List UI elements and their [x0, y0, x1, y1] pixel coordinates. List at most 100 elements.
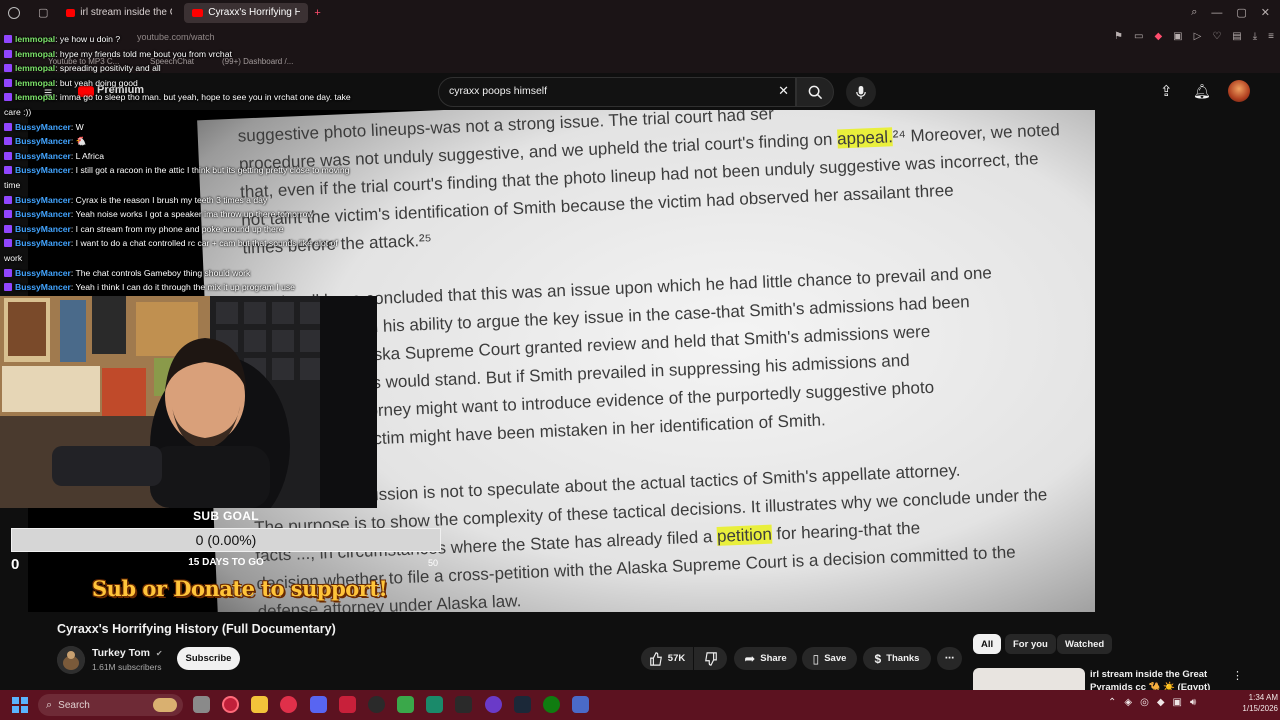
- system-tray: ⌃ ◈ ◎ ◆ ▣ 🔊︎: [1108, 697, 1196, 708]
- play-icon[interactable]: ▷: [1194, 31, 1202, 42]
- support-banner-text: Sub or Donate to support!: [92, 576, 388, 601]
- browser-extensions: ⚑ ▭ ◆ ▣ ▷ ♡ ▤ ⤓ ≡: [1114, 31, 1274, 42]
- chat-message: BussyMancer: L Africa: [4, 149, 356, 164]
- notifications-bell-icon[interactable]: 🔔︎: [1193, 83, 1211, 100]
- download-icon[interactable]: ⤓: [1253, 31, 1257, 42]
- chat-message: lemmopal: ye how u doin ?: [4, 32, 356, 47]
- taskbar-search-box[interactable]: ⌕ Search: [38, 694, 183, 716]
- tray-app-icon[interactable]: ▣: [1173, 697, 1182, 708]
- sub-goal-title: SUB GOAL: [193, 509, 259, 523]
- menu-icon[interactable]: ≡: [1268, 31, 1274, 42]
- thanks-label: Thanks: [886, 653, 920, 664]
- twitch-badge-icon: [4, 166, 12, 175]
- sub-goal-max-label: 50: [428, 558, 439, 568]
- save-button[interactable]: ▯ Save: [802, 647, 857, 670]
- taskbar-app-steam[interactable]: [514, 696, 531, 713]
- twitch-badge-icon: [4, 35, 12, 43]
- new-tab-icon[interactable]: +: [314, 7, 320, 19]
- heart-icon[interactable]: ♡: [1212, 31, 1221, 42]
- chat-username: BussyMancer: [15, 194, 71, 205]
- search-box: cyraxx poops himself ✕: [438, 77, 796, 107]
- reader-icon[interactable]: ▭: [1134, 31, 1143, 42]
- chip-all[interactable]: All: [973, 634, 1002, 654]
- tray-volume-icon[interactable]: 🔊︎: [1190, 697, 1196, 708]
- upload-icon[interactable]: ⇪: [1160, 82, 1173, 100]
- bookmark-icon[interactable]: ⚑: [1114, 31, 1123, 42]
- recommendation-thumbnail[interactable]: [973, 668, 1085, 690]
- shield-icon[interactable]: ◆: [1154, 31, 1162, 42]
- taskbar-app-discord[interactable]: [310, 696, 327, 713]
- chat-message: BussyMancer: W: [4, 120, 356, 135]
- clock-date: 1/15/2026: [1242, 704, 1278, 713]
- thanks-button[interactable]: $ Thanks: [863, 647, 931, 670]
- tray-network-icon[interactable]: ◎: [1140, 697, 1149, 708]
- like-button[interactable]: 57K: [641, 647, 693, 670]
- sub-goal-value: 0 (0.00%): [195, 532, 257, 548]
- recommendation-title[interactable]: irl stream inside the Great Pyramids cc …: [1090, 668, 1230, 690]
- tray-shield-icon[interactable]: ◆: [1157, 697, 1165, 708]
- windows-taskbar: [0, 690, 1280, 720]
- tray-chevron-icon[interactable]: ⌃: [1108, 697, 1116, 708]
- taskbar-app-opera[interactable]: [222, 696, 239, 713]
- tab-cyraxx-documentary[interactable]: Cyraxx's Horrifying H: [184, 2, 309, 23]
- twitch-badge-icon: [4, 283, 12, 292]
- chat-username: BussyMancer: [15, 121, 71, 132]
- chat-text: L Africa: [75, 150, 105, 161]
- maximize-icon[interactable]: ▢: [1236, 6, 1246, 19]
- taskbar-app-green[interactable]: [397, 696, 414, 713]
- save-label: Save: [824, 653, 847, 664]
- clear-search-icon[interactable]: ✕: [778, 83, 789, 99]
- dislike-button[interactable]: [694, 647, 727, 670]
- chat-username: lemmopal: [15, 77, 56, 88]
- highlighted-word: appeal.: [836, 127, 894, 149]
- tab-irl-stream[interactable]: irl stream inside the Great: [58, 3, 180, 23]
- minimize-icon[interactable]: —: [1211, 7, 1222, 19]
- windows-start-icon[interactable]: [12, 697, 28, 713]
- taskbar-app-star[interactable]: [455, 696, 472, 713]
- find-icon[interactable]: ⌕: [1191, 6, 1197, 19]
- chip-for-you[interactable]: For you: [1005, 634, 1056, 654]
- subscribe-button[interactable]: Subscribe: [177, 647, 240, 670]
- taskbar-clock[interactable]: 1:34 AM 1/15/2026: [1222, 692, 1278, 714]
- search-button[interactable]: [796, 77, 834, 107]
- tab-overview-icon[interactable]: ▢: [38, 6, 48, 19]
- taskbar-app-teal[interactable]: [426, 696, 443, 713]
- taskbar-app-files[interactable]: [251, 696, 268, 713]
- taskbar-app-task-view[interactable]: [193, 696, 210, 713]
- tab-label: Cyraxx's Horrifying H: [208, 7, 301, 18]
- channel-avatar[interactable]: [57, 646, 85, 674]
- chip-watched[interactable]: Watched: [1057, 634, 1113, 654]
- share-button[interactable]: ➦ Share: [734, 647, 797, 670]
- channel-name-text: Turkey Tom: [92, 647, 150, 659]
- chat-username: BussyMancer: [15, 267, 71, 278]
- taskbar-app-obs[interactable]: [368, 696, 385, 713]
- close-window-icon[interactable]: ✕: [1261, 6, 1270, 19]
- tab-label: irl stream inside the Great: [80, 7, 172, 18]
- taskbar-app-chat[interactable]: [339, 696, 356, 713]
- taskbar-app-opera-gx[interactable]: [280, 696, 297, 713]
- chat-text: hype my friends told me bout you from vr…: [59, 48, 232, 59]
- recommendation-menu-icon[interactable]: ⋮: [1232, 669, 1243, 682]
- chat-message: lemmopal: but yeah doing good: [4, 76, 356, 91]
- browser-menu-icon[interactable]: [8, 6, 20, 19]
- channel-name[interactable]: Turkey Tom ✔: [92, 647, 163, 659]
- search-icon: [808, 85, 822, 99]
- like-count: 57K: [667, 653, 686, 664]
- user-avatar[interactable]: [1228, 80, 1250, 102]
- taskbar-app-remote[interactable]: [572, 696, 589, 713]
- verified-check-icon: ✔: [155, 649, 163, 658]
- taskbar-search-icon: ⌕: [46, 698, 53, 711]
- twitch-badge-icon: [4, 268, 12, 277]
- more-actions-button[interactable]: ⋯: [937, 647, 962, 670]
- taskbar-app-xbox[interactable]: [543, 696, 560, 713]
- chat-text: ye how u doin ?: [59, 34, 121, 44]
- tray-copilot-icon[interactable]: ◈: [1124, 697, 1132, 708]
- voice-search-button[interactable]: [846, 77, 876, 107]
- twitch-badge-icon: [4, 93, 12, 102]
- wallet-icon[interactable]: ▤: [1232, 31, 1241, 42]
- search-input[interactable]: cyraxx poops himself: [449, 85, 547, 97]
- chat-message: BussyMancer: The chat controls Gameboy t…: [4, 266, 356, 281]
- taskbar-app-purple[interactable]: [485, 696, 502, 713]
- extension-icon[interactable]: ▣: [1173, 31, 1182, 42]
- document-text: for hearing-that the: [771, 518, 921, 544]
